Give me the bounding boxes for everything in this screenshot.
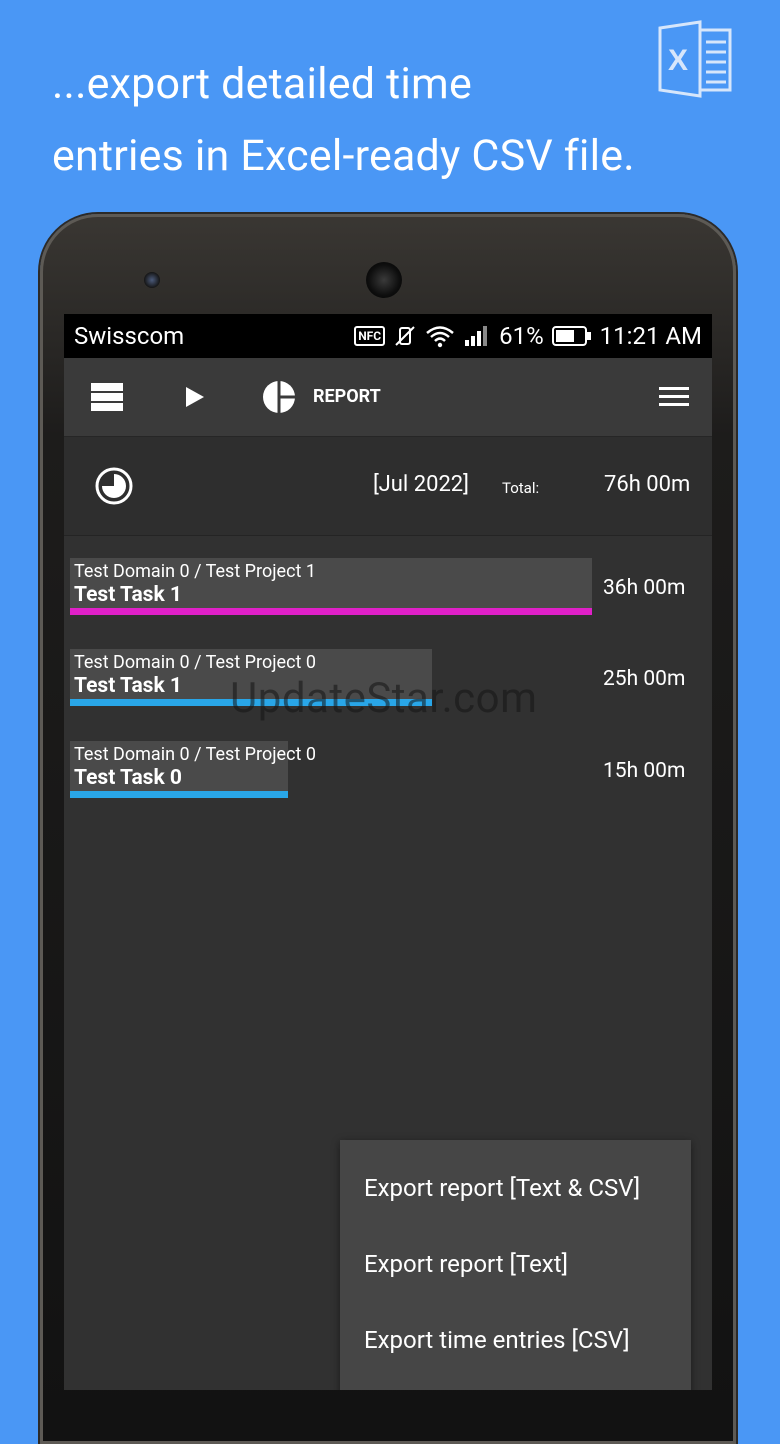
menu-item-export-report-text[interactable]: Export report [Text] [364, 1250, 568, 1278]
entry-task: Test Task 0 [74, 766, 182, 790]
status-icons: NFC 61% 11:21 AM [354, 322, 702, 350]
entry-duration: 36h 00m [603, 576, 686, 600]
history-clock-icon[interactable] [94, 466, 134, 506]
headline-line-1: ...export detailed time [52, 59, 472, 109]
app-toolbar: REPORT [64, 358, 712, 436]
battery-icon [551, 326, 591, 346]
menu-item-export-report-text-csv[interactable]: Export report [Text & CSV] [364, 1174, 640, 1202]
nfc-icon: NFC [354, 326, 386, 346]
menu-item-export-time-entries-csv[interactable]: Export time entries [CSV] [364, 1326, 630, 1354]
earpiece-speaker [366, 262, 402, 298]
carrier-name: Swisscom [74, 322, 185, 350]
battery-percent: 61% [499, 322, 544, 350]
report-summary: [Jul 2022] Total: 76h 00m [64, 436, 712, 536]
excel-icon: X [658, 20, 732, 98]
front-camera [144, 272, 160, 288]
entry-bar-line [70, 791, 288, 798]
list-icon[interactable] [90, 377, 124, 417]
entry-task: Test Task 1 [74, 674, 182, 698]
watermark: UpdateStar.com [230, 674, 538, 723]
entry-bar-line [70, 608, 592, 615]
app-screen: Swisscom NFC 61% 11:21 AM REPORT [Jul 20… [64, 314, 712, 1390]
report-period[interactable]: [Jul 2022] [373, 472, 469, 497]
entry-project: Test Domain 0 / Test Project 1 [74, 561, 316, 582]
pie-chart-icon[interactable] [261, 377, 297, 417]
play-icon[interactable] [182, 377, 208, 417]
total-value: 76h 00m [604, 472, 691, 497]
entry-task: Test Task 1 [74, 583, 182, 607]
entry-duration: 25h 00m [603, 667, 686, 691]
headline: ...export detailed time entries in Excel… [52, 48, 712, 192]
entry-project: Test Domain 0 / Test Project 0 [74, 652, 316, 673]
wifi-icon [426, 326, 454, 348]
svg-text:X: X [668, 44, 688, 77]
report-tab-label[interactable]: REPORT [313, 386, 381, 407]
vibrate-off-icon [395, 326, 415, 346]
entry-row[interactable]: Test Domain 0 / Test Project 0 Test Task … [70, 741, 710, 801]
entry-project: Test Domain 0 / Test Project 0 [74, 744, 316, 765]
entry-duration: 15h 00m [603, 759, 686, 783]
headline-line-2: entries in Excel-ready CSV file. [52, 131, 635, 181]
signal-icon [465, 326, 488, 346]
export-menu: Export report [Text & CSV] Export report… [340, 1140, 691, 1390]
status-bar: Swisscom NFC 61% 11:21 AM [64, 314, 712, 358]
total-label: Total: [502, 479, 540, 497]
clock-time: 11:21 AM [599, 322, 702, 350]
entry-row[interactable]: Test Domain 0 / Test Project 1 Test Task … [70, 558, 710, 618]
hamburger-menu-icon[interactable] [658, 377, 690, 417]
